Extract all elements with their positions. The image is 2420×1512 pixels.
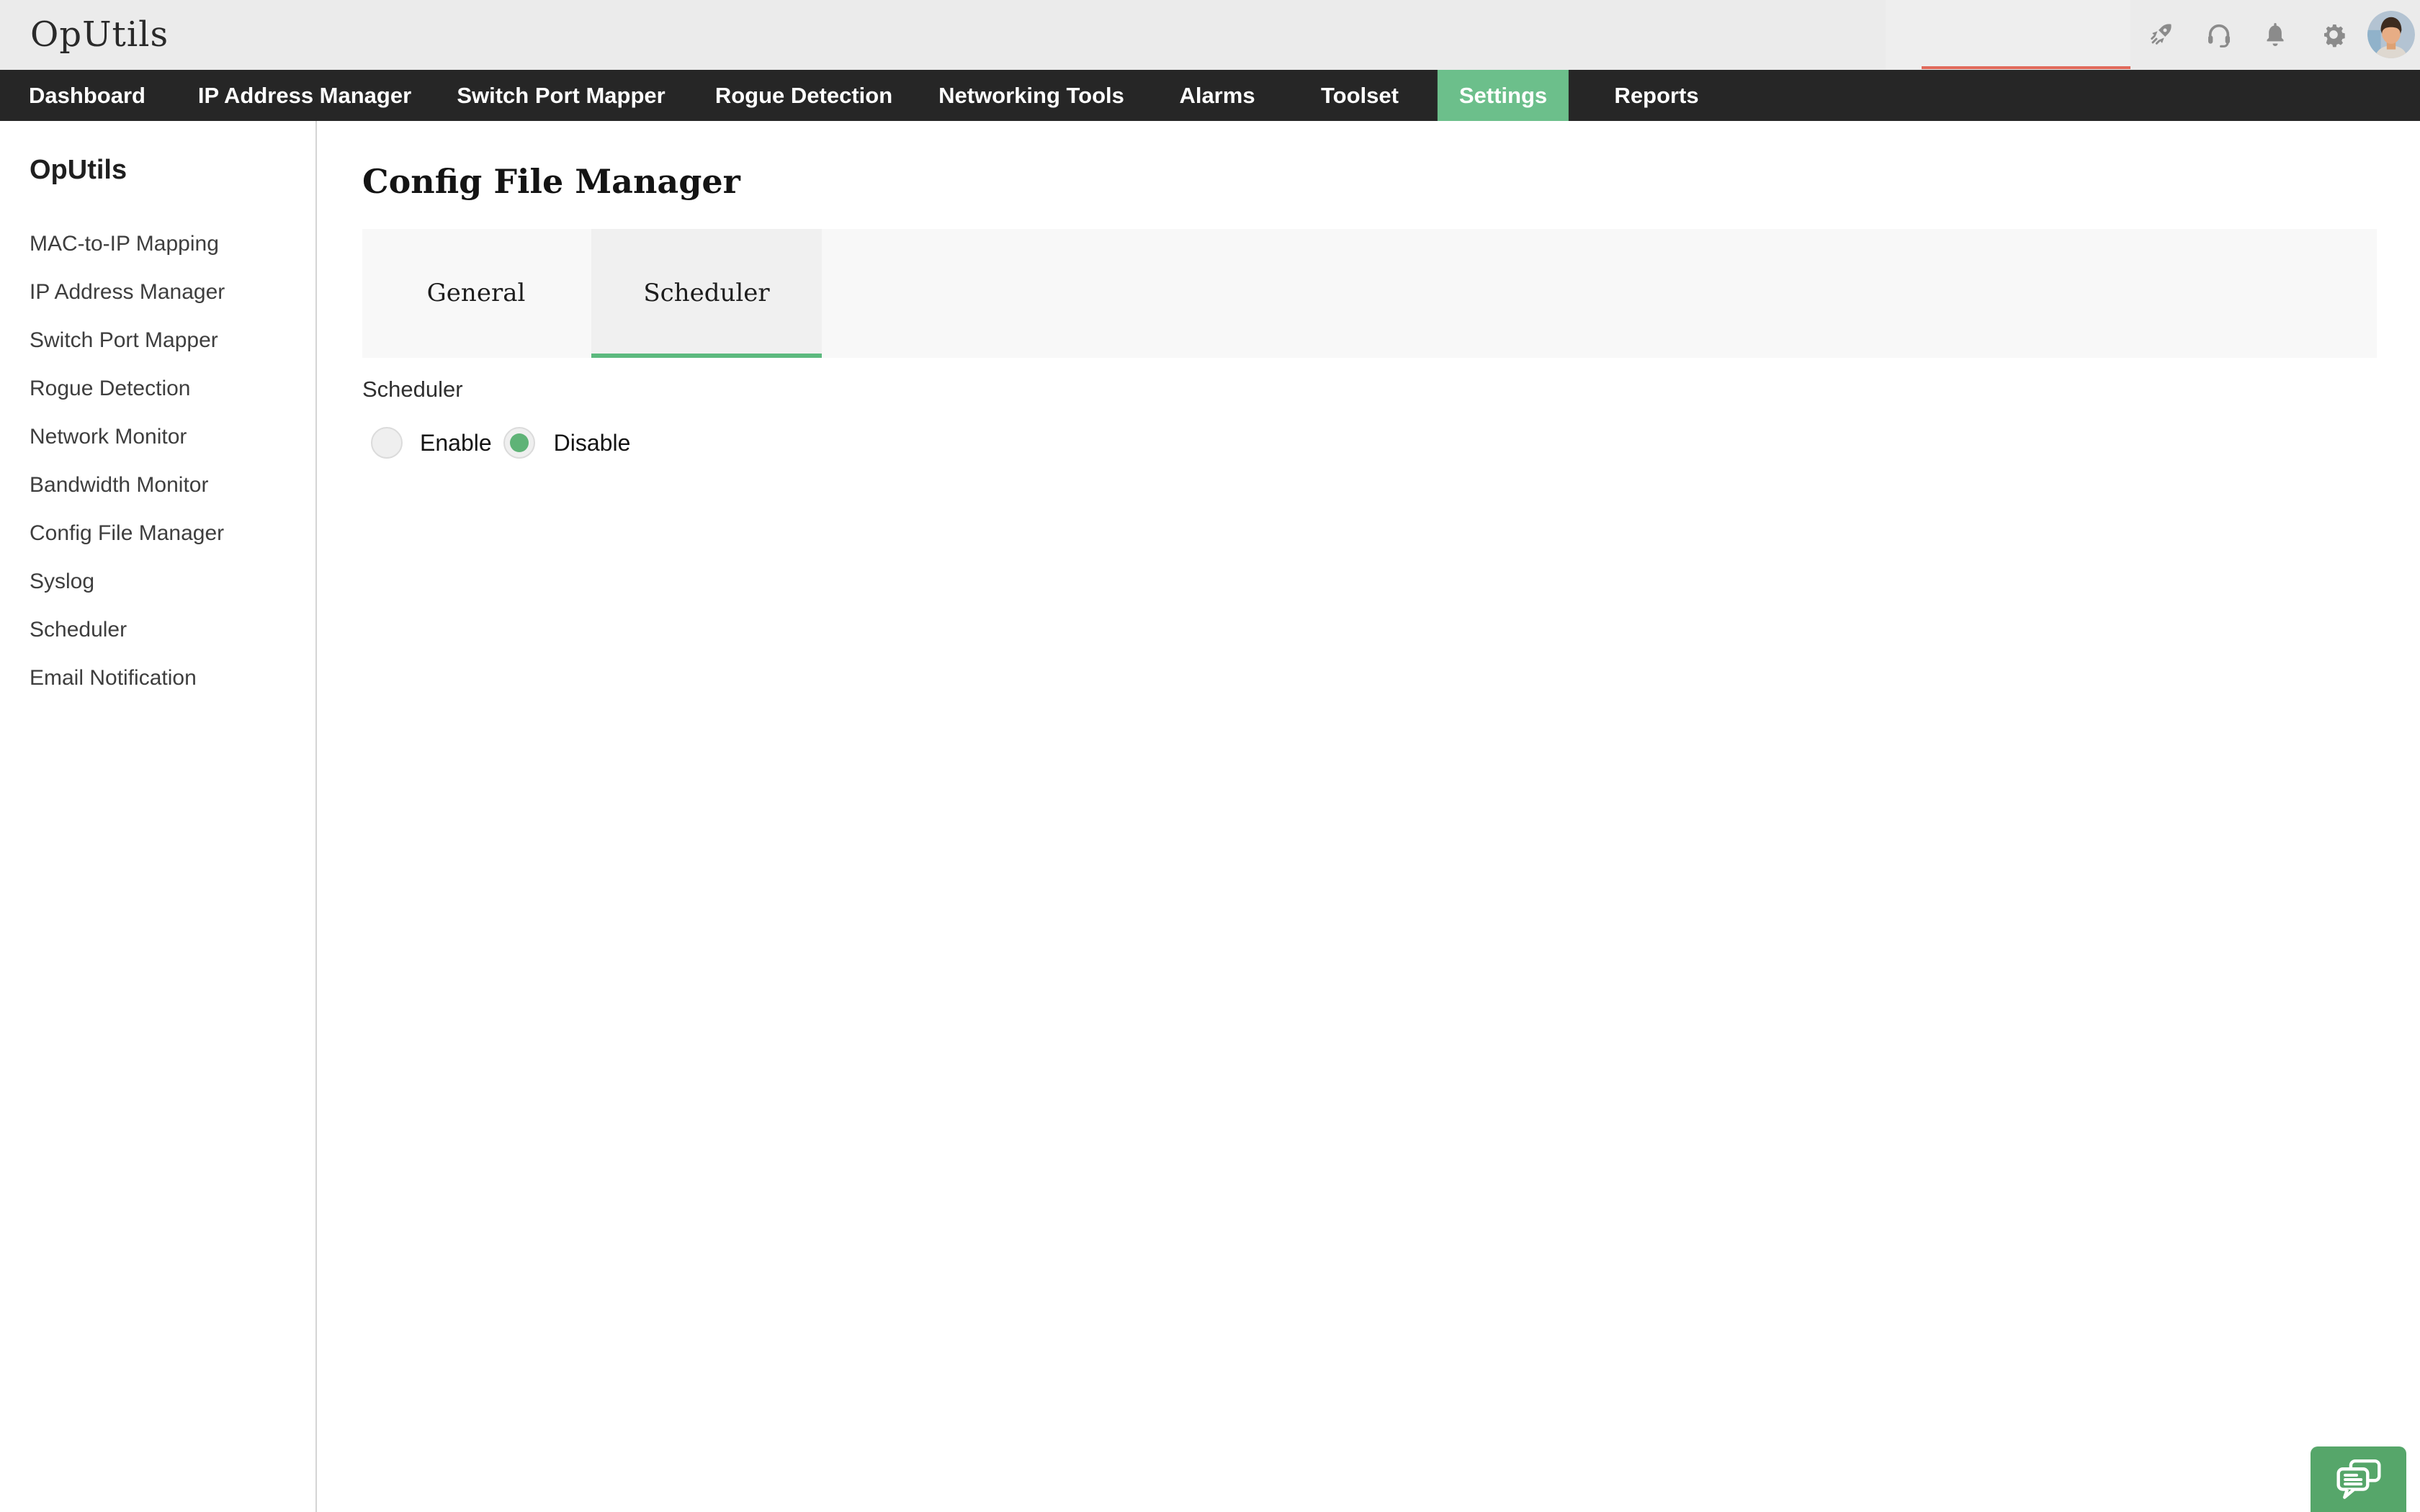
topbar: OpUtils: [0, 0, 2420, 70]
sidebar-item-bandwidth-monitor[interactable]: Bandwidth Monitor: [0, 461, 315, 509]
disable-radio-label[interactable]: Disable: [554, 430, 631, 456]
sidebar-item-switch-port-mapper[interactable]: Switch Port Mapper: [0, 316, 315, 364]
nav-item-networking-tools[interactable]: Networking Tools: [917, 70, 1146, 121]
search-input[interactable]: [1886, 0, 2130, 69]
sidebar-title: OpUtils: [30, 155, 127, 186]
sidebar-item-syslog[interactable]: Syslog: [0, 557, 315, 606]
nav-item-rogue-detection[interactable]: Rogue Detection: [694, 70, 914, 121]
sidebar-divider: [315, 121, 317, 1512]
sidebar-item-scheduler[interactable]: Scheduler: [0, 606, 315, 654]
sidebar-item-rogue-detection[interactable]: Rogue Detection: [0, 364, 315, 413]
product-logo: OpUtils: [30, 0, 169, 70]
scheduler-radio-group: Enable Disable: [371, 427, 630, 459]
sidebar-list: MAC-to-IP Mapping IP Address Manager Swi…: [0, 220, 315, 702]
nav-item-switch-port-mapper[interactable]: Switch Port Mapper: [435, 70, 686, 121]
disable-radio[interactable]: [503, 427, 535, 459]
sidebar-item-network-monitor[interactable]: Network Monitor: [0, 413, 315, 461]
headset-icon[interactable]: [2205, 20, 2233, 49]
rocket-icon[interactable]: [2146, 20, 2175, 49]
tab-scheduler[interactable]: Scheduler: [591, 229, 822, 358]
sidebar-item-ip-address-manager[interactable]: IP Address Manager: [0, 268, 315, 316]
sidebar-item-mac-to-ip-mapping[interactable]: MAC-to-IP Mapping: [0, 220, 315, 268]
nav-item-toolset[interactable]: Toolset: [1299, 70, 1420, 121]
tab-strip: General Scheduler: [362, 229, 2377, 358]
user-avatar[interactable]: [2367, 11, 2415, 58]
app-root: OpUtils: [0, 0, 2420, 1512]
nav-item-reports[interactable]: Reports: [1592, 70, 1720, 121]
nav-item-ip-address-manager[interactable]: IP Address Manager: [176, 70, 433, 121]
enable-radio-label[interactable]: Enable: [420, 430, 492, 456]
sidebar-item-config-file-manager[interactable]: Config File Manager: [0, 509, 315, 557]
nav-item-dashboard[interactable]: Dashboard: [7, 70, 167, 121]
live-chat-button[interactable]: [2311, 1446, 2406, 1512]
search-underline: [1922, 66, 2130, 69]
chat-bubbles-icon: [2332, 1457, 2385, 1503]
nav-item-settings[interactable]: Settings: [1438, 70, 1569, 121]
tab-general[interactable]: General: [362, 229, 590, 358]
scheduler-section-label: Scheduler: [362, 377, 463, 402]
main-nav: Dashboard IP Address Manager Switch Port…: [0, 70, 2420, 121]
nav-item-alarms[interactable]: Alarms: [1157, 70, 1276, 121]
bell-icon[interactable]: [2261, 20, 2290, 49]
gear-icon[interactable]: [2319, 20, 2348, 49]
sidebar-item-email-notification[interactable]: Email Notification: [0, 654, 315, 702]
enable-radio[interactable]: [371, 427, 403, 459]
page-title: Config File Manager: [362, 162, 740, 201]
